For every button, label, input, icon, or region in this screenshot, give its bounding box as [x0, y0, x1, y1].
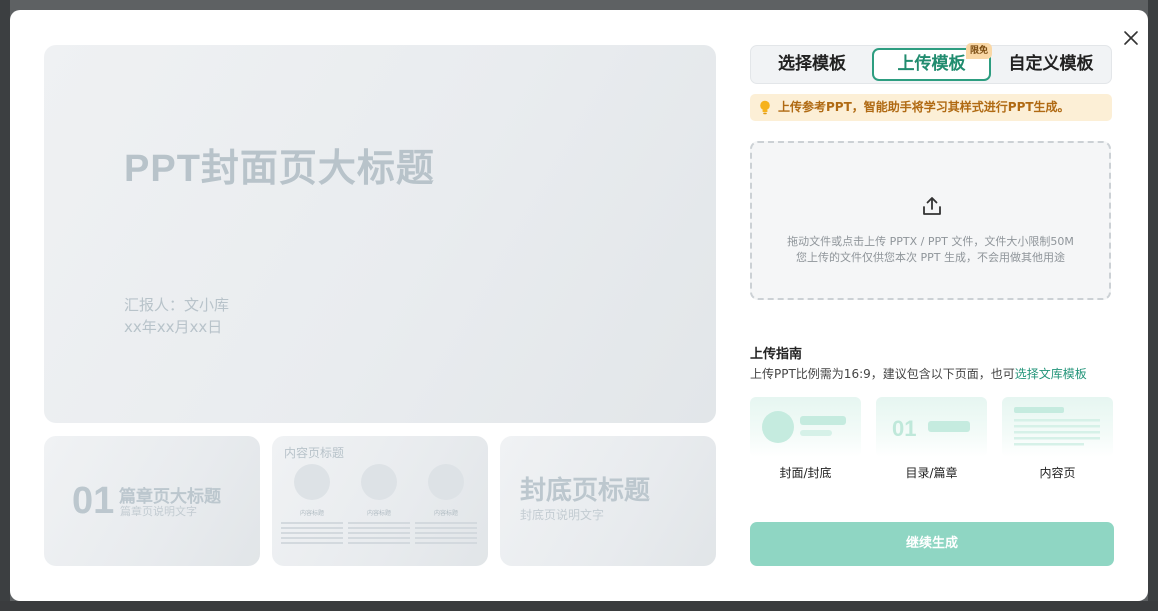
- upload-notice-bar: 上传参考PPT，智能助手将学习其样式进行PPT生成。: [750, 94, 1112, 121]
- chapter-page-thumbnail: 01 篇章页大标题 篇章页说明文字: [44, 436, 260, 566]
- guide-card-catalog: 01: [876, 397, 987, 457]
- content-image-placeholder: [428, 464, 464, 500]
- chapter-subtitle: 篇章页说明文字: [120, 505, 197, 518]
- continue-generate-button[interactable]: 继续生成: [750, 522, 1114, 566]
- cover-date: xx年xx月xx日: [124, 318, 223, 336]
- content-text-lines: [281, 522, 343, 547]
- content-text-lines: [415, 522, 477, 547]
- guide-description: 上传PPT比例需为16:9，建议包含以下页面，也可选择文库模板: [750, 365, 1087, 382]
- dropzone-privacy-note: 您上传的文件仅供您本次 PPT 生成，不会用做其他用途: [796, 251, 1065, 264]
- guide-label-catalog: 目录/篇章: [905, 466, 958, 480]
- library-template-link[interactable]: 选择文库模板: [1015, 367, 1087, 381]
- cover-preview-card: PPT封面页大标题 汇报人：文小库 xx年xx月xx日: [44, 45, 716, 423]
- guide-label-cover: 封面/封底: [779, 466, 832, 480]
- content-page-thumbnail: 内容页标题 内容标题 内容标题 内容标题: [272, 436, 488, 566]
- back-page-title: 封底页标题: [520, 476, 651, 506]
- guide-label-content: 内容页: [1039, 466, 1076, 480]
- back-page-subtitle: 封底页说明文字: [520, 508, 605, 522]
- content-caption: 内容标题: [433, 510, 458, 517]
- dropzone-hint: 拖动文件或点击上传 PPTX / PPT 文件，文件大小限制50M: [787, 235, 1074, 248]
- chapter-number: 01: [72, 480, 115, 522]
- catalog-number: 01: [892, 416, 916, 441]
- content-image-placeholder: [294, 464, 330, 500]
- template-source-tabs: 选择模板 上传模板 自定义模板 限免: [750, 43, 1112, 84]
- guide-title: 上传指南: [750, 347, 803, 362]
- close-button[interactable]: [1116, 23, 1146, 53]
- content-caption: 内容标题: [366, 510, 391, 517]
- free-badge: 限免: [966, 43, 993, 59]
- background-edge-bottom: [0, 601, 1158, 611]
- content-image-placeholder: [361, 464, 397, 500]
- upload-icon: [923, 197, 941, 215]
- background-edge-left: [0, 0, 10, 611]
- content-page-title: 内容页标题: [284, 446, 345, 460]
- cover-title: PPT封面页大标题: [124, 148, 435, 190]
- background-edge-right: [1148, 0, 1158, 611]
- cover-reporter: 汇报人：文小库: [124, 296, 230, 314]
- content-caption: 内容标题: [299, 510, 324, 517]
- guide-desc-text: 上传PPT比例需为16:9，建议包含以下页面，也可: [750, 367, 1015, 381]
- guide-card-cover: [750, 397, 861, 457]
- content-layout-illustration: [1014, 407, 1100, 446]
- tab-custom-template[interactable]: 自定义模板: [993, 48, 1109, 81]
- close-icon: [1124, 31, 1138, 45]
- content-text-lines: [348, 522, 410, 547]
- notice-text: 上传参考PPT，智能助手将学习其样式进行PPT生成。: [778, 100, 1070, 114]
- back-page-thumbnail: 封底页标题 封底页说明文字: [500, 436, 716, 566]
- catalog-layout-illustration: 01: [892, 416, 970, 441]
- file-dropzone[interactable]: 拖动文件或点击上传 PPTX / PPT 文件，文件大小限制50M 您上传的文件…: [750, 141, 1111, 300]
- lightbulb-icon: [760, 100, 770, 115]
- guide-card-content: [1002, 397, 1113, 457]
- cover-layout-illustration: [762, 411, 846, 443]
- tab-select-template[interactable]: 选择模板: [755, 48, 869, 81]
- upload-template-dialog: PPT封面页大标题 汇报人：文小库 xx年xx月xx日 01 篇章页大标题 篇章…: [10, 10, 1148, 601]
